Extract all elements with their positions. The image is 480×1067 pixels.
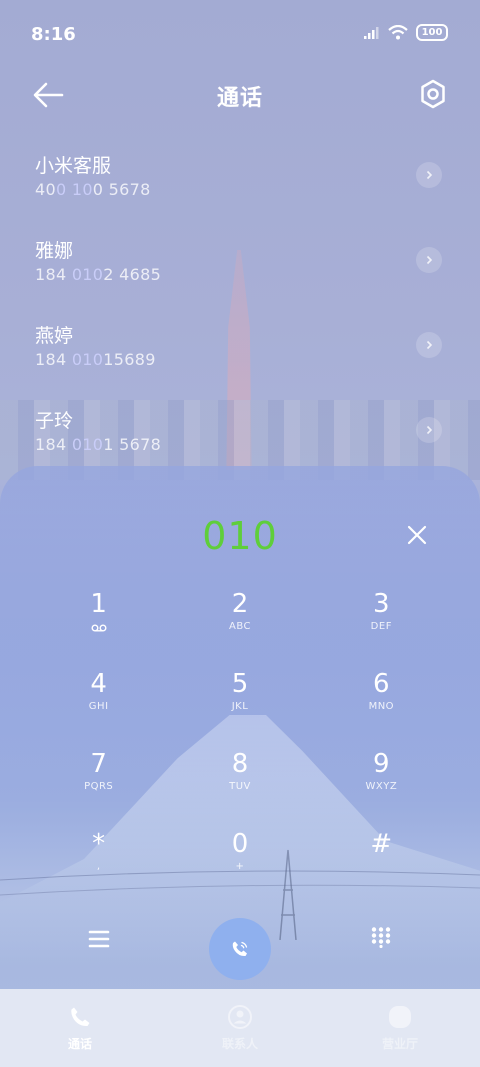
page-title: 通话 xyxy=(216,86,263,111)
battery-indicator: 100 xyxy=(416,24,448,41)
contact-name: 子玲 xyxy=(35,410,74,432)
key-digit: 0 xyxy=(231,829,249,859)
key-letters: PQRS xyxy=(84,781,114,792)
keypad: 1 2 ABC 3 DEF 4 GHI 5 JKL 6 MNO 7 PQRS 8… xyxy=(28,584,452,904)
key-3[interactable]: 3 DEF xyxy=(311,584,452,664)
key-5[interactable]: 5 JKL xyxy=(169,664,310,744)
close-icon[interactable] xyxy=(406,524,428,546)
key-hash[interactable]: # xyxy=(311,824,452,904)
key-0[interactable]: 0 + xyxy=(169,824,310,904)
chevron-right-icon[interactable] xyxy=(416,247,442,273)
nav-store[interactable]: 营业厅 xyxy=(320,989,480,1067)
contact-number: 184 0102 4685 xyxy=(35,265,162,284)
key-digit: * xyxy=(92,829,106,859)
key-letters: + xyxy=(235,861,245,872)
nav-contacts[interactable]: 联系人 xyxy=(160,989,320,1067)
contacts-icon xyxy=(226,1003,254,1031)
status-icons: 100 xyxy=(364,24,448,41)
key-letters: WXYZ xyxy=(365,781,398,792)
gear-icon[interactable] xyxy=(418,78,448,110)
contact-number: 400 100 5678 xyxy=(35,180,151,199)
phone-icon xyxy=(232,941,248,957)
nav-label: 通话 xyxy=(67,1037,92,1051)
key-2[interactable]: 2 ABC xyxy=(169,584,310,664)
contact-number: 184 01015689 xyxy=(35,350,156,369)
key-digit: 7 xyxy=(90,749,107,779)
key-letters: MNO xyxy=(368,701,395,712)
key-digit: # xyxy=(370,829,393,859)
call-button[interactable] xyxy=(209,918,271,980)
key-letters: DEF xyxy=(370,621,392,632)
key-digit: 2 xyxy=(231,589,249,619)
key-digit: 4 xyxy=(90,669,107,699)
phone-icon xyxy=(66,1003,94,1031)
key-8[interactable]: 8 TUV xyxy=(169,744,310,824)
key-letters: ABC xyxy=(228,621,251,632)
key-digit: 6 xyxy=(373,669,390,699)
key-letters: TUV xyxy=(229,781,251,792)
key-4[interactable]: 4 GHI xyxy=(28,664,169,744)
key-9[interactable]: 9 WXYZ xyxy=(311,744,452,824)
contact-item[interactable]: 燕婷 184 01015689 xyxy=(0,308,480,393)
contact-name: 雅娜 xyxy=(35,240,74,262)
status-time: 8:16 xyxy=(31,24,76,45)
signal-icon xyxy=(364,26,379,39)
app-header: 通话 xyxy=(0,70,480,120)
key-letters: GHI xyxy=(88,701,109,712)
key-digit: 8 xyxy=(231,749,249,779)
nav-label: 联系人 xyxy=(221,1037,258,1051)
key-digit: 3 xyxy=(373,589,390,619)
key-digit: 5 xyxy=(231,669,249,699)
key-6[interactable]: 6 MNO xyxy=(311,664,452,744)
key-star[interactable]: * , xyxy=(28,824,169,904)
nav-calls[interactable]: 通话 xyxy=(0,989,160,1067)
dial-actions xyxy=(0,916,480,980)
wifi-icon xyxy=(388,25,408,40)
key-7[interactable]: 7 PQRS xyxy=(28,744,169,824)
key-letters: , xyxy=(96,861,101,872)
store-icon xyxy=(386,1003,414,1031)
contact-item[interactable]: 雅娜 184 0102 4685 xyxy=(0,223,480,308)
nav-label: 营业厅 xyxy=(381,1037,418,1051)
bottom-navigation: 通话 联系人 营业厅 xyxy=(0,989,480,1067)
dial-pad-panel: 010 1 2 ABC 3 DEF 4 GHI 5 JKL 6 MNO 7 PQ… xyxy=(0,466,480,989)
contact-suggestions: 小米客服 400 100 5678 雅娜 184 0102 4685 燕婷 18… xyxy=(0,138,480,478)
key-letters: JKL xyxy=(231,701,249,712)
contact-item[interactable]: 小米客服 400 100 5678 xyxy=(0,138,480,223)
contact-name: 小米客服 xyxy=(35,155,112,177)
key-digit: 1 xyxy=(90,589,107,619)
menu-icon[interactable] xyxy=(88,928,110,950)
key-1[interactable]: 1 xyxy=(28,584,169,664)
contact-name: 燕婷 xyxy=(35,325,74,347)
dialpad-icon[interactable] xyxy=(370,926,392,948)
key-digit: 9 xyxy=(373,749,390,779)
chevron-right-icon[interactable] xyxy=(416,162,442,188)
chevron-right-icon[interactable] xyxy=(416,417,442,443)
chevron-right-icon[interactable] xyxy=(416,332,442,358)
contact-number: 184 0101 5678 xyxy=(35,435,162,454)
voicemail-icon xyxy=(91,624,107,632)
status-bar: 8:16 100 xyxy=(0,0,480,66)
